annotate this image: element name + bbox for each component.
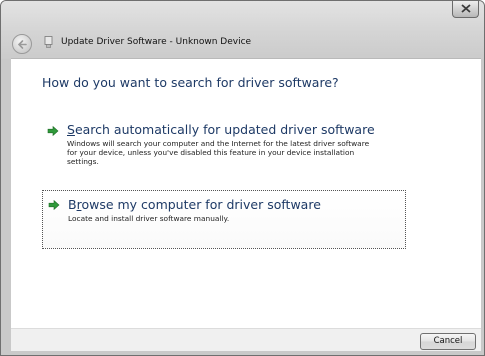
search-automatically-option[interactable]: Search automatically for updated driver … bbox=[42, 120, 406, 170]
browse-computer-option[interactable]: Browse my computer for driver software L… bbox=[42, 190, 406, 249]
back-button[interactable] bbox=[12, 34, 32, 54]
search-automatically-title: Search automatically for updated driver … bbox=[67, 122, 375, 137]
accelerator-key: S bbox=[67, 122, 75, 137]
device-icon bbox=[44, 36, 53, 48]
green-arrow-icon bbox=[48, 199, 60, 211]
content-panel: How do you want to search for driver sof… bbox=[11, 58, 481, 329]
search-automatically-description: Windows will search your computer and th… bbox=[67, 139, 370, 167]
option-title-text: earch automatically for updated driver s… bbox=[74, 122, 375, 137]
page-heading: How do you want to search for driver sof… bbox=[42, 75, 339, 90]
green-arrow-icon bbox=[47, 125, 59, 137]
browse-computer-description: Locate and install driver software manua… bbox=[68, 214, 230, 223]
option-title-text: owse my computer for driver software bbox=[81, 197, 321, 212]
cancel-button[interactable]: Cancel bbox=[420, 333, 476, 350]
close-button[interactable] bbox=[452, 1, 479, 18]
title-bar: Update Driver Software - Unknown Device bbox=[1, 1, 484, 59]
close-icon bbox=[461, 4, 471, 13]
back-arrow-icon bbox=[17, 40, 27, 49]
option-title-first: B bbox=[68, 197, 77, 212]
dialog-window: Update Driver Software - Unknown Device … bbox=[0, 0, 485, 356]
footer-bar: Cancel bbox=[11, 328, 481, 351]
window-title: Update Driver Software - Unknown Device bbox=[61, 37, 252, 47]
browse-computer-title: Browse my computer for driver software bbox=[68, 197, 321, 212]
